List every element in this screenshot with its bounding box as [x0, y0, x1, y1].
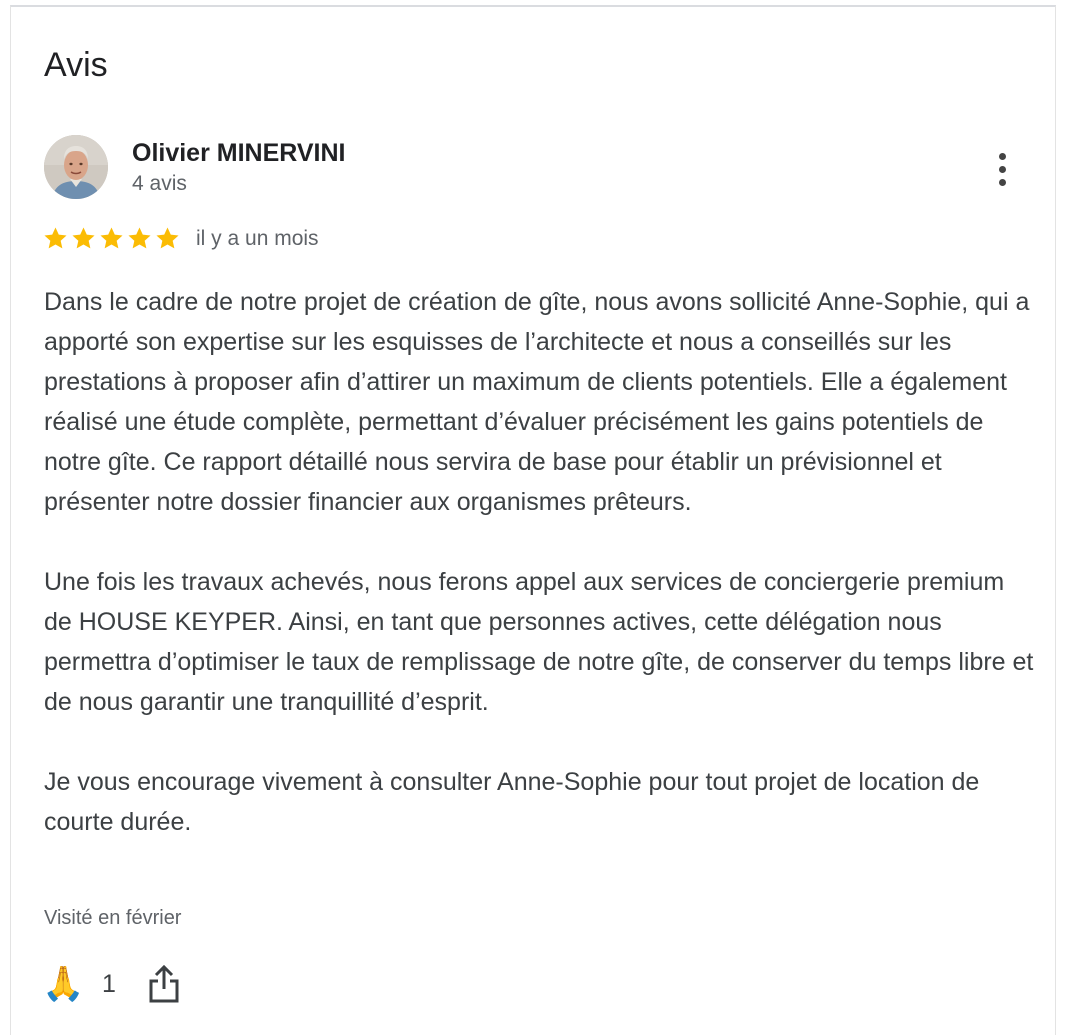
star-icon [44, 227, 67, 249]
share-button[interactable] [146, 963, 182, 1005]
review-panel: Avis Olivier MINERVINI 4 avis il y a un … [10, 5, 1056, 1035]
star-icon [100, 227, 123, 249]
folded-hands-icon: 🙏 [42, 965, 85, 1003]
review-paragraph: Dans le cadre de notre projet de créatio… [44, 288, 1030, 516]
star-icon [128, 227, 151, 249]
visited-date: Visité en février [44, 907, 182, 929]
avatar[interactable] [44, 135, 108, 199]
review-date: il y a un mois [196, 227, 319, 250]
star-icon [72, 227, 95, 249]
review-paragraph: Je vous encourage vivement à consulter A… [44, 768, 980, 836]
more-vertical-icon [998, 152, 1006, 160]
review-paragraph: Une fois les travaux achevés, nous feron… [44, 568, 1034, 716]
reaction-button[interactable]: 🙏 1 [42, 961, 116, 1007]
more-options-button[interactable] [986, 147, 1018, 191]
star-icon [156, 227, 179, 249]
section-title: Avis [44, 46, 108, 84]
author-name[interactable]: Olivier MINERVINI [132, 138, 346, 168]
author-review-count[interactable]: 4 avis [132, 171, 187, 197]
user-avatar-icon [44, 135, 108, 199]
reaction-count: 1 [102, 969, 116, 998]
share-icon [149, 964, 179, 1003]
review-text: Dans le cadre de notre projet de créatio… [44, 282, 1034, 842]
star-rating [42, 225, 181, 252]
